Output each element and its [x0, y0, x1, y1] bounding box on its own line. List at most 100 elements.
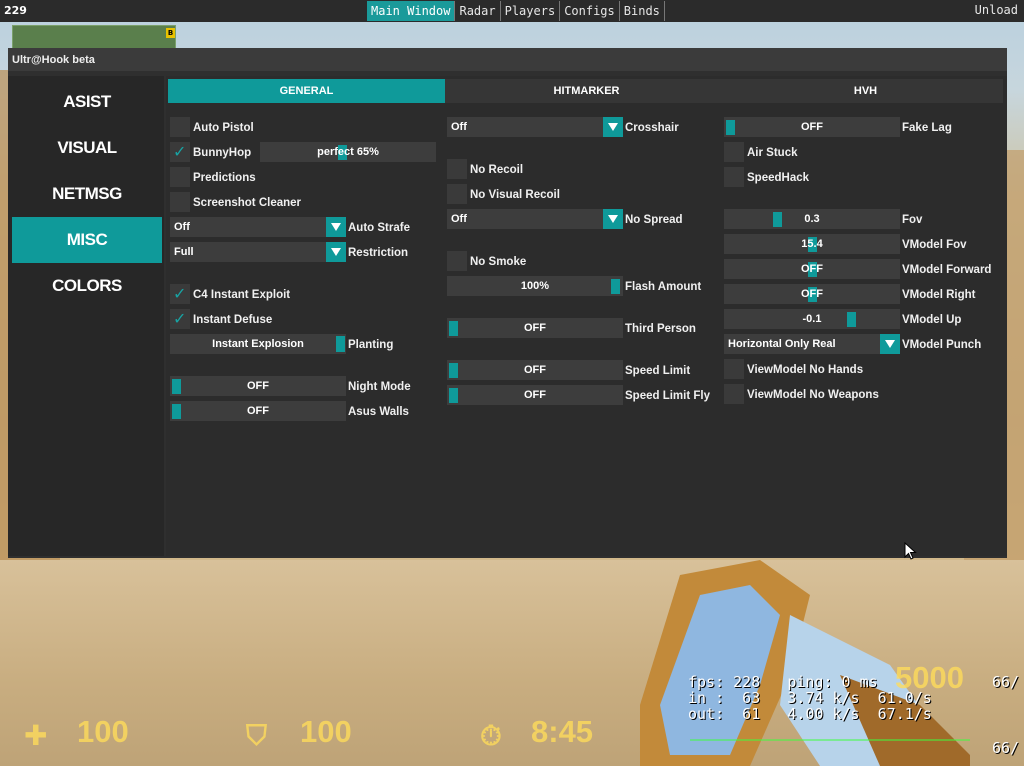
asus-walls-label: Asus Walls [348, 406, 409, 418]
radar-site-label: B [166, 28, 175, 38]
ammo-bottom: 66/ [992, 739, 1020, 757]
air-stuck-label: Air Stuck [747, 147, 798, 159]
check-icon: ✓ [173, 142, 187, 161]
menu-tab-binds[interactable]: Binds [620, 1, 665, 21]
vmodel-punch-value: Horizontal Only Real [728, 338, 836, 350]
mouse-cursor-icon [904, 542, 917, 560]
night-mode-label: Night Mode [348, 381, 411, 393]
armor-icon: ⛉ [246, 719, 268, 752]
settings-panel: GENERAL HITMARKER HVH Auto Pistol ✓ Bunn… [166, 76, 1007, 556]
third-person-value: OFF [524, 322, 546, 334]
speed-limit-fly-value: OFF [524, 389, 546, 401]
third-person-slider[interactable]: OFF [447, 318, 623, 338]
sidebar-item-netmsg[interactable]: NETMSG [12, 171, 162, 217]
armor-value: 100 [300, 714, 352, 749]
auto-strafe-label: Auto Strafe [348, 222, 410, 234]
vmodel-forward-slider[interactable]: OFF [724, 259, 900, 279]
predictions-label: Predictions [193, 172, 256, 184]
sidebar-item-colors[interactable]: COLORS [12, 263, 162, 309]
unload-button[interactable]: Unload [975, 3, 1018, 17]
vmodel-fov-slider[interactable]: 15.4 [724, 234, 900, 254]
crosshair-dropdown[interactable]: Off [447, 117, 623, 137]
menu-tab-radar[interactable]: Radar [455, 1, 501, 21]
bunnyhop-slider[interactable]: perfect 65% [260, 142, 436, 162]
flash-amount-label: Flash Amount [625, 281, 702, 293]
vmodel-up-label: VModel Up [902, 314, 962, 326]
ammo-top: 66/ [992, 673, 1020, 691]
vmodel-up-slider[interactable]: -0.1 [724, 309, 900, 329]
tab-bar: GENERAL HITMARKER HVH [168, 79, 1003, 103]
no-visual-recoil-checkbox[interactable] [447, 184, 467, 204]
speedhack-checkbox[interactable] [724, 167, 744, 187]
tab-hitmarker[interactable]: HITMARKER [448, 79, 725, 103]
sidebar: ASIST VISUAL NETMSG MISC COLORS [8, 76, 164, 556]
speed-limit-fly-label: Speed Limit Fly [625, 390, 710, 402]
screenshot-cleaner-checkbox[interactable] [170, 192, 190, 212]
fov-slider[interactable]: 0.3 [724, 209, 900, 229]
speed-limit-slider[interactable]: OFF [447, 360, 623, 380]
vmodel-right-slider[interactable]: OFF [724, 284, 900, 304]
viewmodel-no-weapons-checkbox[interactable] [724, 384, 744, 404]
predictions-checkbox[interactable] [170, 167, 190, 187]
auto-pistol-label: Auto Pistol [193, 122, 254, 134]
bunnyhop-checkbox[interactable]: ✓ [170, 142, 190, 162]
screenshot-cleaner-label: Screenshot Cleaner [193, 197, 302, 209]
c4-instant-exploit-label: C4 Instant Exploit [193, 289, 291, 301]
vmodel-punch-label: VModel Punch [902, 339, 982, 351]
planting-label: Planting [348, 339, 394, 351]
netgraph-line-1: fps: 228 ping: 0 ms [688, 673, 878, 691]
speed-limit-fly-slider[interactable]: OFF [447, 385, 623, 405]
auto-strafe-value: Off [174, 221, 190, 233]
c4-instant-exploit-checkbox[interactable]: ✓ [170, 284, 190, 304]
asus-walls-value: OFF [247, 405, 269, 417]
no-spread-dropdown[interactable]: Off [447, 209, 623, 229]
vmodel-forward-value: OFF [801, 263, 823, 275]
check-icon: ✓ [173, 284, 187, 303]
instant-defuse-label: Instant Defuse [193, 314, 273, 326]
menu-tab-players[interactable]: Players [501, 1, 561, 21]
viewmodel-no-hands-checkbox[interactable] [724, 359, 744, 379]
vmodel-fov-label: VModel Fov [902, 239, 967, 251]
fov-label: Fov [902, 214, 923, 226]
flash-amount-value: 100% [520, 280, 550, 292]
tab-hvh[interactable]: HVH [728, 79, 1003, 103]
flash-amount-slider[interactable]: 100% [447, 276, 623, 296]
asus-walls-slider[interactable]: OFF [170, 401, 346, 421]
vmodel-right-label: VModel Right [902, 289, 976, 301]
auto-pistol-checkbox[interactable] [170, 117, 190, 137]
air-stuck-checkbox[interactable] [724, 142, 744, 162]
fake-lag-value: OFF [801, 121, 823, 133]
third-person-label: Third Person [625, 323, 696, 335]
round-timer: 8:45 [531, 714, 594, 749]
fov-value: 0.3 [804, 213, 820, 225]
no-smoke-checkbox[interactable] [447, 251, 467, 271]
menu-tab-configs[interactable]: Configs [560, 1, 620, 21]
tab-general[interactable]: GENERAL [168, 79, 445, 103]
main-window: Ultr@Hook beta ASIST VISUAL NETMSG MISC … [8, 48, 1007, 558]
auto-strafe-dropdown[interactable]: Off [170, 217, 346, 237]
sidebar-item-asist[interactable]: ASIST [12, 79, 162, 125]
restriction-value: Full [174, 246, 194, 258]
vmodel-forward-label: VModel Forward [902, 264, 992, 276]
speed-limit-label: Speed Limit [625, 365, 691, 377]
no-visual-recoil-label: No Visual Recoil [470, 189, 560, 201]
no-recoil-checkbox[interactable] [447, 159, 467, 179]
chevron-down-icon [603, 117, 623, 137]
sidebar-item-misc[interactable]: MISC [12, 217, 162, 263]
menu-bar: 229 Main Window Radar Players Configs Bi… [0, 0, 1024, 22]
planting-button[interactable]: Instant Explosion [170, 334, 346, 354]
restriction-dropdown[interactable]: Full [170, 242, 346, 262]
fake-lag-slider[interactable]: OFF [724, 117, 900, 137]
menu-tab-main-window[interactable]: Main Window [367, 1, 456, 21]
instant-defuse-checkbox[interactable]: ✓ [170, 309, 190, 329]
chevron-down-icon [326, 217, 346, 237]
night-mode-slider[interactable]: OFF [170, 376, 346, 396]
crosshair-value: Off [451, 121, 467, 133]
health-icon: ✚ [24, 719, 48, 752]
sidebar-item-visual[interactable]: VISUAL [12, 125, 162, 171]
health-value: 100 [77, 714, 129, 749]
vmodel-punch-dropdown[interactable]: Horizontal Only Real [724, 334, 900, 354]
window-title[interactable]: Ultr@Hook beta [8, 48, 1007, 71]
check-icon: ✓ [173, 309, 187, 328]
viewmodel-no-weapons-label: ViewModel No Weapons [747, 389, 879, 401]
